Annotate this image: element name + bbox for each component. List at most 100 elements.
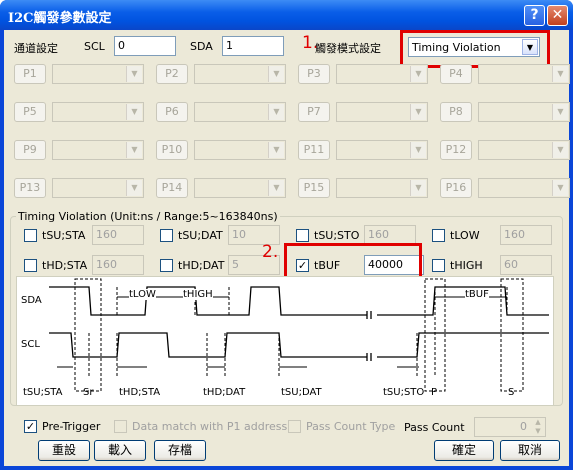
tsusta-input[interactable]: 160	[92, 225, 144, 245]
pin-button-p7[interactable]: P7	[298, 102, 330, 122]
thddat-label: tHD;DAT	[178, 259, 225, 272]
pin-select-p15[interactable]: ▼	[336, 178, 428, 198]
diagram-tsusta-label: tSU;STA	[23, 387, 63, 398]
help-button[interactable]: ?	[524, 5, 545, 26]
pin-button-p3[interactable]: P3	[298, 64, 330, 84]
title-bar[interactable]: I2C觸發參數設定 ? ✕	[0, 0, 573, 30]
pin-button-p2[interactable]: P2	[156, 64, 188, 84]
chevron-down-icon: ▼	[410, 180, 426, 196]
save-button[interactable]: 存檔	[154, 440, 206, 461]
sr-marker	[74, 278, 102, 392]
thigh-checkbox[interactable]	[432, 259, 445, 272]
i2c-timing-diagram: SDA SCL tLOW tHIGH tBUF tSU;STA Sr tHD;S…	[16, 276, 554, 406]
chevron-down-icon: ▼	[268, 66, 284, 82]
pin-select-p7[interactable]: ▼	[336, 102, 428, 122]
reset-button[interactable]: 重設	[38, 440, 90, 461]
pin-button-p16[interactable]: P16	[440, 178, 472, 198]
chevron-down-icon: ▼	[552, 142, 568, 158]
pin-select-p5[interactable]: ▼	[52, 102, 144, 122]
pin-select-p12[interactable]: ▼	[478, 140, 570, 160]
pin-button-p10[interactable]: P10	[156, 140, 188, 160]
pin-button-p11[interactable]: P11	[298, 140, 330, 160]
thdsta-input[interactable]: 160	[92, 255, 144, 275]
chevron-down-icon: ▼	[552, 66, 568, 82]
chevron-down-icon: ▼	[268, 104, 284, 120]
tlow-checkbox[interactable]	[432, 229, 445, 242]
diagram-s-label: S	[508, 387, 515, 398]
chevron-down-icon: ▼	[126, 66, 142, 82]
pin-button-p6[interactable]: P6	[156, 102, 188, 122]
load-button[interactable]: 載入	[94, 440, 146, 461]
pin-button-p13[interactable]: P13	[14, 178, 46, 198]
trigger-mode-label: 觸發模式設定	[315, 42, 381, 55]
passcount-spinner[interactable]: ▲ ▼	[531, 418, 545, 436]
s-marker	[500, 278, 524, 392]
tsusto-checkbox[interactable]	[296, 229, 309, 242]
scl-input[interactable]: 0	[114, 36, 176, 56]
pin-button-p9[interactable]: P9	[14, 140, 46, 160]
tsusta-checkbox[interactable]	[24, 229, 37, 242]
pin-button-p8[interactable]: P8	[440, 102, 472, 122]
pin-select-p1[interactable]: ▼	[52, 64, 144, 84]
diagram-tsudat-label: tSU;DAT	[281, 387, 322, 398]
pin-button-p5[interactable]: P5	[14, 102, 46, 122]
tsusta-label: tSU;STA	[42, 229, 86, 242]
tsudat-checkbox[interactable]	[160, 229, 173, 242]
tsusto-input[interactable]: 160	[364, 225, 416, 245]
chevron-down-icon: ▼	[268, 180, 284, 196]
passcounttype-label: Pass Count Type	[306, 420, 396, 433]
datamatch-label: Data match with P1 address	[132, 420, 288, 433]
passcounttype-checkbox[interactable]	[288, 420, 301, 433]
pin-button-p14[interactable]: P14	[156, 178, 188, 198]
thddat-checkbox[interactable]	[160, 259, 173, 272]
timing-group-label: Timing Violation (Unit:ns / Range:5~1638…	[16, 210, 280, 223]
pin-select-p10[interactable]: ▼	[194, 140, 286, 160]
chevron-down-icon: ▼	[126, 104, 142, 120]
pin-select-p8[interactable]: ▼	[478, 102, 570, 122]
diagram-tlow-label: tLOW	[129, 289, 156, 300]
ok-button[interactable]: 確定	[434, 440, 494, 461]
passcount-label: Pass Count	[404, 421, 465, 434]
sda-input[interactable]: 1	[222, 36, 284, 56]
chevron-down-icon: ▼	[552, 180, 568, 196]
chevron-down-icon: ▼	[126, 142, 142, 158]
chevron-down-icon: ▼	[410, 104, 426, 120]
trigger-mode-value: Timing Violation	[412, 41, 501, 54]
window-title: I2C觸發參數設定	[8, 11, 112, 26]
pin-button-p12[interactable]: P12	[440, 140, 472, 160]
tlow-input[interactable]: 160	[500, 225, 552, 245]
thigh-label: tHIGH	[450, 259, 483, 272]
pin-select-p11[interactable]: ▼	[336, 140, 428, 160]
chevron-down-icon: ▼	[410, 66, 426, 82]
pin-select-p16[interactable]: ▼	[478, 178, 570, 198]
pin-select-p9[interactable]: ▼	[52, 140, 144, 160]
cancel-button[interactable]: 取消	[500, 440, 560, 461]
chevron-down-icon: ▼	[552, 104, 568, 120]
pin-button-p15[interactable]: P15	[298, 178, 330, 198]
pin-select-p13[interactable]: ▼	[52, 178, 144, 198]
chevron-down-icon: ▼	[410, 142, 426, 158]
pretrigger-checkbox[interactable]: ✓	[24, 420, 37, 433]
thigh-input[interactable]: 60	[500, 255, 552, 275]
pin-select-p6[interactable]: ▼	[194, 102, 286, 122]
datamatch-checkbox[interactable]	[114, 420, 127, 433]
pin-button-p4[interactable]: P4	[440, 64, 472, 84]
thdsta-checkbox[interactable]	[24, 259, 37, 272]
thdsta-label: tHD;STA	[42, 259, 88, 272]
pin-button-p1[interactable]: P1	[14, 64, 46, 84]
pin-select-p2[interactable]: ▼	[194, 64, 286, 84]
diagram-thigh-label: tHIGH	[183, 289, 213, 300]
diagram-thdsta-label: tHD;STA	[119, 387, 161, 398]
pin-select-p14[interactable]: ▼	[194, 178, 286, 198]
trigger-mode-select[interactable]: Timing Violation ▼	[408, 37, 540, 57]
dialog-window: I2C觸發參數設定 ? ✕ 通道設定 SCL 0 SDA 1 1. 觸發模式設定…	[0, 0, 573, 470]
tlow-label: tLOW	[450, 229, 480, 242]
diagram-tbuf-label: tBUF	[465, 289, 489, 300]
pin-select-p3[interactable]: ▼	[336, 64, 428, 84]
diagram-sr-label: Sr	[83, 387, 94, 398]
chevron-down-icon: ▼	[522, 39, 538, 55]
sda-waveform-end	[377, 286, 549, 316]
diagram-scl-label: SCL	[21, 339, 40, 350]
close-button[interactable]: ✕	[547, 5, 568, 26]
pin-select-p4[interactable]: ▼	[478, 64, 570, 84]
